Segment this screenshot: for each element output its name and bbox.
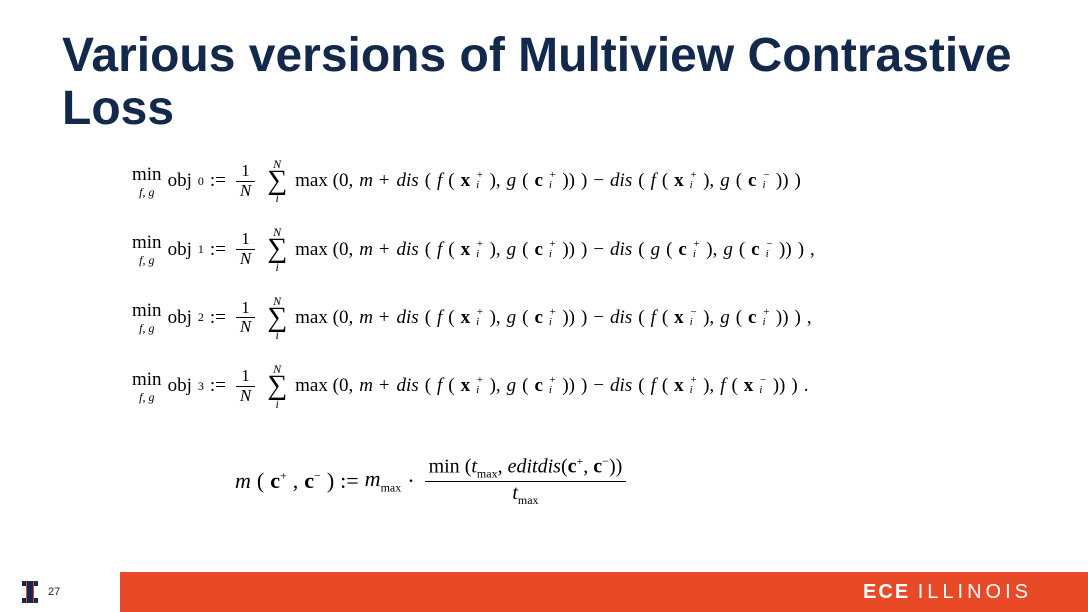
min-operator: min f, g <box>132 233 162 266</box>
slide-title: Various versions of Multiview Contrastiv… <box>62 30 1058 136</box>
one-over-n: 1N <box>236 230 255 268</box>
page-number: 27 <box>48 586 60 598</box>
min-operator: min f, g <box>132 370 162 403</box>
summation: N ∑ i <box>267 295 287 341</box>
footer-left: 27 <box>0 572 120 612</box>
margin-definition: m ( c+ , c− ) := mmax · min (tmax, editd… <box>235 455 630 507</box>
margin-fraction: min (tmax, editdis(c+, c−)) tmax <box>425 455 627 507</box>
min-operator: min f, g <box>132 165 162 198</box>
m-symbol: m <box>235 468 251 494</box>
illinois-block-i-icon <box>22 581 38 603</box>
objective-0: min f, g obj0 := 1N N ∑ i max (0, m + di… <box>132 158 972 204</box>
one-over-n: 1N <box>236 367 255 405</box>
slide-footer: 27 ECE ILLINOIS <box>0 552 1088 612</box>
objective-3: min f, g obj3 := 1N N ∑ i max (0, m + di… <box>132 363 972 409</box>
summation: N ∑ i <box>267 226 287 272</box>
summation: N ∑ i <box>267 363 287 409</box>
min-operator: min f, g <box>132 301 162 334</box>
one-over-n: 1N <box>236 162 255 200</box>
footer-orange-bar: ECE ILLINOIS <box>120 572 1088 612</box>
summation: N ∑ i <box>267 158 287 204</box>
one-over-n: 1N <box>236 299 255 337</box>
objective-1: min f, g obj1 := 1N N ∑ i max (0, m + di… <box>132 226 972 272</box>
equation-block: min f, g obj0 := 1N N ∑ i max (0, m + di… <box>132 158 972 432</box>
slide: Various versions of Multiview Contrastiv… <box>0 0 1088 612</box>
ece-illinois-wordmark: ECE ILLINOIS <box>863 581 1032 604</box>
objective-2: min f, g obj2 := 1N N ∑ i max (0, m + di… <box>132 295 972 341</box>
